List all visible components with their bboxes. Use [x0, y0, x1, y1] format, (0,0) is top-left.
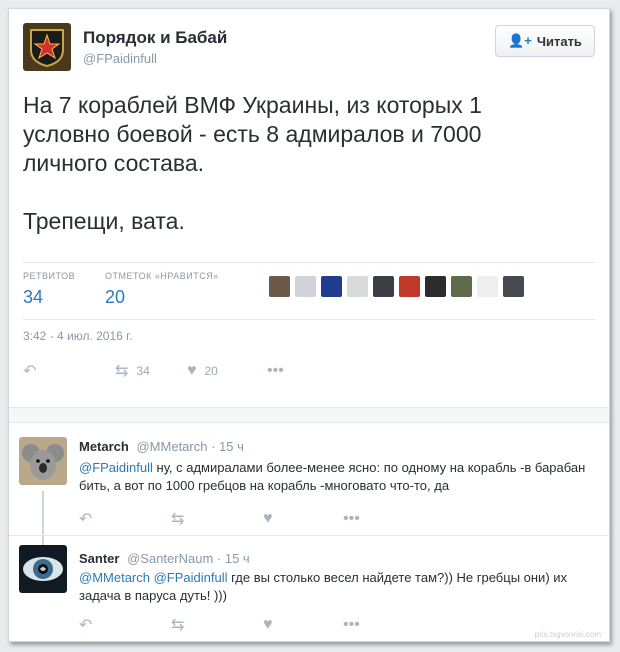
retweets-count: 34: [23, 287, 44, 307]
reply-separator: [9, 535, 609, 536]
liker-avatar[interactable]: [399, 276, 420, 297]
like-button[interactable]: ♥ 20: [187, 362, 267, 380]
liker-avatar[interactable]: [321, 276, 342, 297]
liker-avatar[interactable]: [425, 276, 446, 297]
retweet-button[interactable]: ⇆ 34: [115, 361, 187, 381]
retweet-button[interactable]: ⇆: [171, 615, 263, 635]
reply-author-name[interactable]: Metarch: [79, 439, 129, 454]
reply-author-handle[interactable]: @SanterNaum: [127, 551, 213, 566]
retweet-icon: ⇆: [171, 511, 185, 528]
author-handle[interactable]: @FPaidinfull: [83, 51, 157, 66]
reply-mention[interactable]: @FPaidinfull: [79, 460, 153, 475]
retweet-action-count: 34: [136, 364, 150, 378]
tweet-text: На 7 кораблей ВМФ Украины, из которых 1 …: [23, 92, 482, 234]
reply-button[interactable]: ↶: [79, 509, 171, 529]
more-button[interactable]: •••: [343, 510, 360, 528]
reply-time[interactable]: · 15 ч: [211, 439, 244, 454]
likers-avatars: [269, 276, 524, 297]
retweets-label: РЕТВИТОВ: [23, 271, 76, 281]
reply-meta: Santer @SanterNaum · 15 ч: [79, 551, 250, 566]
more-dots-icon: •••: [267, 362, 284, 379]
follow-label: Читать: [536, 33, 582, 49]
reply-avatar[interactable]: [19, 437, 67, 485]
koala-avatar-icon: [19, 437, 67, 485]
like-button[interactable]: ♥: [263, 616, 343, 634]
more-dots-icon: •••: [343, 510, 360, 527]
reply-mention[interactable]: @MMetarch @FPaidinfull: [79, 570, 228, 585]
reply-meta: Metarch @MMetarch · 15 ч: [79, 439, 244, 454]
tweet-card: Порядок и Бабай @FPaidinfull 👤+ Читать Н…: [8, 8, 610, 642]
retweets-stat[interactable]: РЕТВИТОВ 34: [23, 271, 75, 308]
likes-label: ОТМЕТОК «НРАВИТСЯ»: [105, 271, 219, 281]
liker-avatar[interactable]: [477, 276, 498, 297]
retweet-icon: ⇆: [171, 617, 185, 634]
more-button[interactable]: •••: [267, 362, 284, 380]
likes-count: 20: [105, 287, 126, 307]
likes-stat[interactable]: ОТМЕТОК «НРАВИТСЯ» 20: [105, 271, 219, 308]
section-divider: [9, 407, 609, 423]
reply-item[interactable]: Metarch @MMetarch · 15 ч @FPaidinfull ну…: [9, 429, 609, 543]
liker-avatar[interactable]: [295, 276, 316, 297]
author-avatar[interactable]: [23, 23, 71, 71]
watermark: pris.tsgvonrisi.com: [534, 630, 601, 639]
like-button[interactable]: ♥: [263, 510, 343, 528]
reply-author-name[interactable]: Santer: [79, 551, 119, 566]
more-dots-icon: •••: [343, 616, 360, 633]
follow-button[interactable]: 👤+ Читать: [495, 25, 595, 57]
like-action-count: 20: [204, 364, 218, 378]
reply-actions: ↶ ⇆ ♥ •••: [79, 615, 360, 635]
author-name[interactable]: Порядок и Бабай: [83, 28, 227, 48]
reply-text: @MMetarch @FPaidinfull где вы столько ве…: [79, 569, 589, 605]
liker-avatar[interactable]: [451, 276, 472, 297]
shield-star-icon: [30, 29, 64, 68]
tweet-actions: ↶ ⇆ 34 ♥ 20 •••: [23, 361, 284, 381]
liker-avatar[interactable]: [373, 276, 394, 297]
reply-item[interactable]: Santer @SanterNaum · 15 ч @MMetarch @FPa…: [9, 537, 609, 641]
retweet-icon: ⇆: [115, 363, 129, 380]
tweet-stats: РЕТВИТОВ 34 ОТМЕТОК «НРАВИТСЯ» 20: [23, 262, 595, 320]
tweet-timestamp[interactable]: 3:42 - 4 июл. 2016 г.: [23, 329, 132, 343]
more-button[interactable]: •••: [343, 616, 360, 634]
reply-actions: ↶ ⇆ ♥ •••: [79, 509, 360, 529]
eye-avatar-icon: [19, 545, 67, 593]
reply-icon: ↶: [79, 617, 93, 634]
reply-icon: ↶: [79, 511, 93, 528]
retweet-button[interactable]: ⇆: [171, 509, 263, 529]
reply-button[interactable]: ↶: [23, 361, 115, 381]
reply-body: ну, с адмиралами более-менее ясно: по од…: [79, 460, 586, 493]
heart-icon: ♥: [263, 616, 273, 633]
tweet-header: Порядок и Бабай @FPaidinfull 👤+ Читать: [23, 23, 595, 83]
reply-icon: ↶: [23, 363, 37, 380]
liker-avatar[interactable]: [503, 276, 524, 297]
reply-time[interactable]: · 15 ч: [217, 551, 250, 566]
add-user-icon: 👤+: [508, 33, 532, 48]
reply-text: @FPaidinfull ну, с адмиралами более-мене…: [79, 459, 589, 495]
heart-icon: ♥: [187, 362, 197, 379]
reply-avatar[interactable]: [19, 545, 67, 593]
thread-line: [42, 537, 44, 545]
heart-icon: ♥: [263, 510, 273, 527]
liker-avatar[interactable]: [269, 276, 290, 297]
reply-author-handle[interactable]: @MMetarch: [136, 439, 207, 454]
reply-button[interactable]: ↶: [79, 615, 171, 635]
liker-avatar[interactable]: [347, 276, 368, 297]
